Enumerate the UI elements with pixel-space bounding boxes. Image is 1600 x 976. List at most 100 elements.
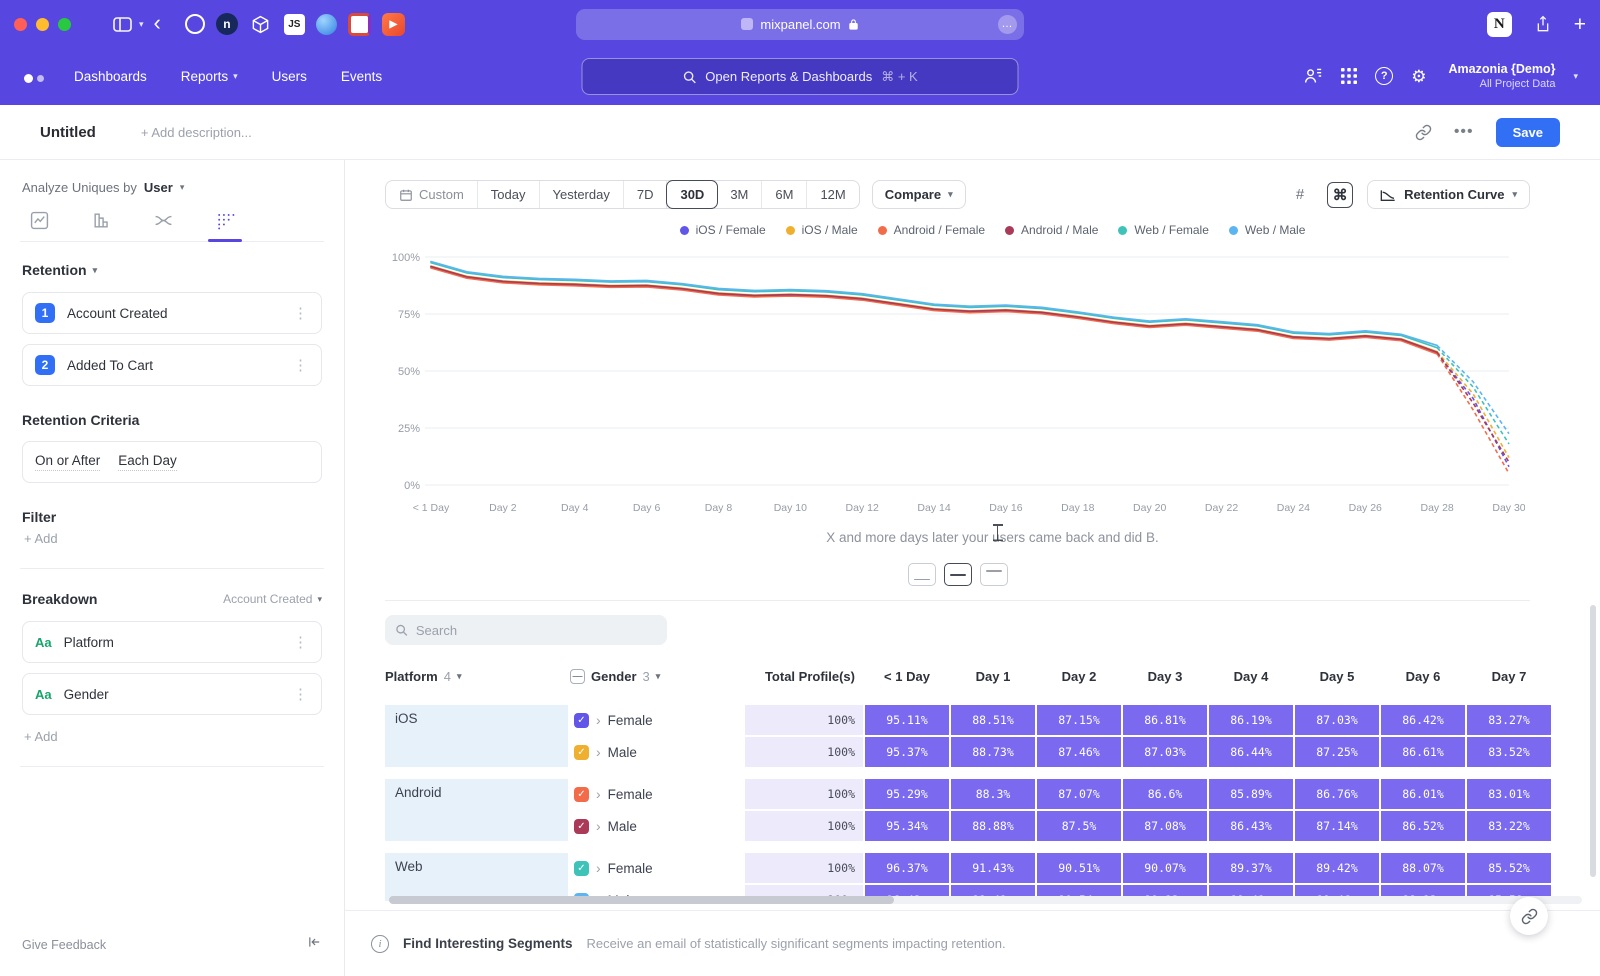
breakdown-options-icon[interactable]: ⋮	[293, 685, 309, 703]
tab-insights[interactable]	[22, 211, 56, 241]
mixpanel-logo-icon[interactable]	[22, 66, 56, 88]
gender-cell[interactable]: ✓›Male	[570, 811, 743, 841]
horizontal-scrollbar[interactable]	[389, 896, 1582, 904]
breakdown-scope-selector[interactable]: Account Created ▾	[223, 592, 322, 606]
share-icon[interactable]	[1535, 15, 1551, 33]
criteria-interval-selector[interactable]: Each Day	[118, 453, 177, 471]
table-search-input[interactable]	[416, 623, 657, 638]
gender-checkbox[interactable]: ✓	[574, 787, 589, 802]
scrollbar-thumb[interactable]	[389, 896, 894, 904]
collapse-sidebar-icon[interactable]	[307, 935, 322, 954]
expand-chevron-icon[interactable]: ›	[596, 861, 601, 875]
breakdown-platform[interactable]: Aa Platform ⋮	[22, 621, 322, 663]
range-6m[interactable]: 6M	[762, 181, 807, 208]
number-format-icon[interactable]: #	[1287, 182, 1313, 208]
tab-funnels[interactable]	[84, 211, 118, 241]
global-search-button[interactable]: Open Reports & Dashboards ⌘ + K	[582, 58, 1019, 95]
tab-group-chevron-icon[interactable]: ▾	[139, 20, 144, 29]
compare-button[interactable]: Compare ▾	[872, 180, 966, 209]
tab-retention[interactable]	[208, 211, 242, 241]
gender-checkbox[interactable]: ✓	[574, 819, 589, 834]
minimize-window-button[interactable]	[36, 18, 49, 31]
platform-cell[interactable]: Web	[385, 853, 568, 901]
data-management-icon[interactable]	[1303, 67, 1323, 85]
platform-column-header[interactable]: Platform 4 ▾	[385, 669, 568, 684]
apps-grid-icon[interactable]	[1341, 68, 1357, 84]
gender-checkbox[interactable]: ✓	[574, 745, 589, 760]
nav-item-dashboards[interactable]: Dashboards	[74, 69, 147, 84]
n-circle-extension-icon[interactable]: n	[216, 13, 238, 35]
gender-cell[interactable]: ✓›Female	[570, 779, 743, 809]
nav-item-events[interactable]: Events	[341, 69, 382, 84]
notion-icon[interactable]: N	[1487, 12, 1512, 37]
close-window-button[interactable]	[14, 18, 27, 31]
legend-item[interactable]: Android / Male	[1005, 223, 1098, 237]
framed-extension-icon[interactable]	[348, 13, 371, 36]
help-icon[interactable]: ?	[1375, 67, 1393, 85]
vertical-scrollbar[interactable]	[1590, 605, 1596, 877]
retention-chart-svg[interactable]: 0%25%50%75%100%< 1 DayDay 2Day 4Day 6Day…	[385, 243, 1525, 521]
expand-chevron-icon[interactable]: ›	[596, 819, 601, 833]
orange-extension-icon[interactable]: ▶	[382, 13, 405, 36]
legend-item[interactable]: Android / Female	[878, 223, 985, 237]
retention-section-header[interactable]: Retention ▾	[22, 262, 322, 278]
gender-column-header[interactable]: — Gender 3 ▾	[570, 669, 743, 684]
range-12m[interactable]: 12M	[807, 181, 858, 208]
table-only-toggle[interactable]	[980, 563, 1008, 586]
range-today[interactable]: Today	[478, 181, 540, 208]
save-button[interactable]: Save	[1496, 118, 1560, 147]
url-bar[interactable]: mixpanel.com …	[576, 9, 1024, 40]
legend-item[interactable]: Web / Female	[1118, 223, 1208, 237]
legend-item[interactable]: iOS / Male	[786, 223, 858, 237]
retention-step-1[interactable]: 1 Account Created ⋮	[22, 292, 322, 334]
report-title[interactable]: Untitled	[40, 124, 96, 141]
expand-chevron-icon[interactable]: ›	[596, 745, 601, 759]
new-tab-icon[interactable]: +	[1574, 14, 1586, 35]
retention-step-2[interactable]: 2 Added To Cart ⋮	[22, 344, 322, 386]
chart-type-dropdown[interactable]: Retention Curve ▾	[1367, 180, 1530, 209]
url-more-button[interactable]: …	[998, 15, 1017, 34]
platform-cell[interactable]: iOS	[385, 705, 568, 767]
breakdown-gender[interactable]: Aa Gender ⋮	[22, 673, 322, 715]
give-feedback-link[interactable]: Give Feedback	[22, 938, 106, 952]
chart-only-toggle[interactable]	[908, 563, 936, 586]
expand-chevron-icon[interactable]: ›	[596, 787, 601, 801]
legend-item[interactable]: Web / Male	[1229, 223, 1305, 237]
blue-orb-extension-icon[interactable]	[316, 14, 337, 35]
breakdown-options-icon[interactable]: ⋮	[293, 633, 309, 651]
select-all-checkbox[interactable]: —	[570, 669, 585, 684]
nav-item-reports[interactable]: Reports▾	[181, 69, 238, 84]
segments-title[interactable]: Find Interesting Segments	[403, 936, 573, 951]
gender-cell[interactable]: ✓›Female	[570, 853, 743, 883]
criteria-when-selector[interactable]: On or After	[35, 453, 100, 471]
fullscreen-window-button[interactable]	[58, 18, 71, 31]
gender-checkbox[interactable]: ✓	[574, 713, 589, 728]
more-options-icon[interactable]: •••	[1454, 123, 1474, 141]
nav-item-users[interactable]: Users	[272, 69, 307, 84]
cube-extension-icon[interactable]	[249, 12, 273, 36]
range-custom[interactable]: Custom	[386, 181, 478, 208]
add-breakdown-button[interactable]: + Add	[24, 729, 320, 744]
gender-checkbox[interactable]: ✓	[574, 861, 589, 876]
expand-chevron-icon[interactable]: ›	[596, 713, 601, 727]
project-selector[interactable]: Amazonia {Demo} All Project Data	[1448, 61, 1555, 92]
platform-cell[interactable]: Android	[385, 779, 568, 841]
sidebar-toggle-icon[interactable]	[113, 17, 132, 32]
add-filter-button[interactable]: + Add	[24, 531, 320, 546]
share-link-fab[interactable]	[1510, 897, 1548, 935]
table-search[interactable]	[385, 615, 667, 645]
js-extension-icon[interactable]: JS	[284, 14, 305, 35]
range-7d[interactable]: 7D	[624, 181, 668, 208]
gender-cell[interactable]: ✓›Female	[570, 705, 743, 735]
analyze-uniques-control[interactable]: Analyze Uniques by User ▾	[22, 180, 322, 195]
step-options-icon[interactable]: ⋮	[293, 304, 309, 322]
step-options-icon[interactable]: ⋮	[293, 356, 309, 374]
gear-icon[interactable]: ⚙	[1411, 68, 1426, 85]
clock-extension-icon[interactable]	[185, 14, 205, 34]
range-3m[interactable]: 3M	[717, 181, 762, 208]
split-view-toggle[interactable]	[944, 563, 972, 586]
add-description-button[interactable]: + Add description...	[141, 125, 252, 140]
legend-item[interactable]: iOS / Female	[680, 223, 766, 237]
command-toggle-icon[interactable]: ⌘	[1327, 182, 1353, 208]
tab-flows[interactable]	[146, 211, 180, 241]
